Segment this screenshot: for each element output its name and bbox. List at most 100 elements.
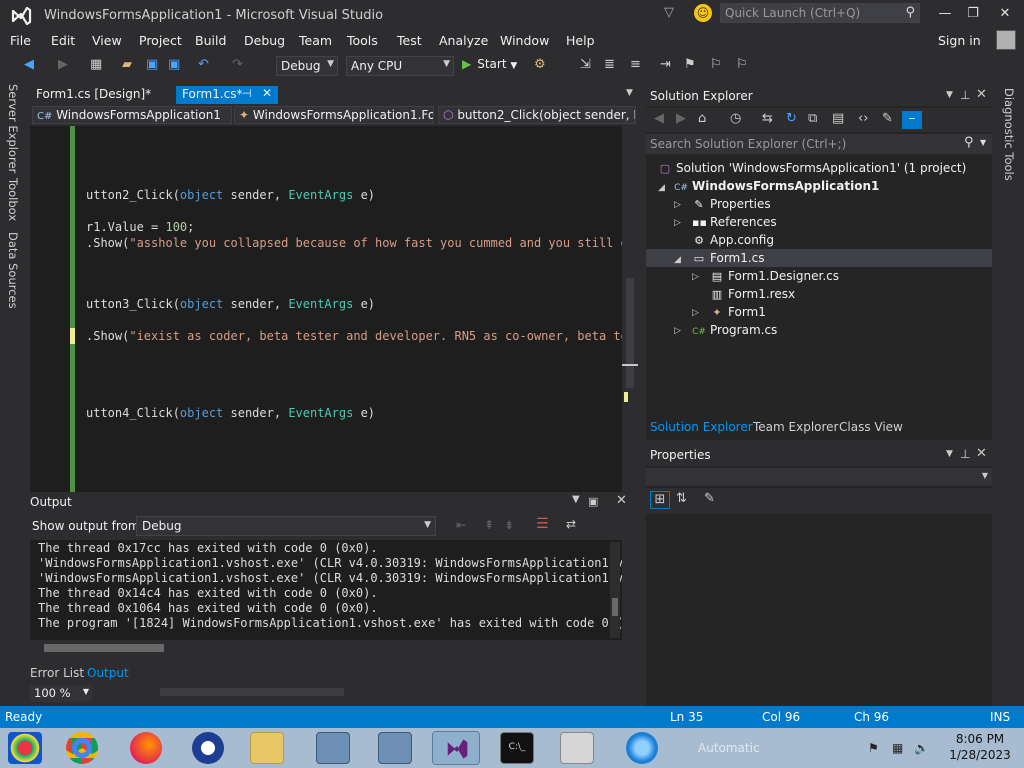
save-all-icon[interactable]: ▣ [168,57,180,75]
window-position-icon[interactable]: ▼ [572,494,580,505]
home-icon[interactable]: ⌂ [698,111,706,129]
tree-program-cs[interactable]: C# Program.cs [692,323,777,337]
data-sources-tab[interactable]: Data Sources [6,232,20,309]
tree-form1-designer[interactable]: ▤ Form1.Designer.cs [710,269,839,283]
new-project-icon[interactable]: ▦ [90,57,102,75]
menu-test[interactable]: Test [397,33,422,48]
tab-team-explorer[interactable]: Team Explorer [753,420,839,434]
menu-help[interactable]: Help [566,33,595,48]
show-all-files-icon[interactable]: ▤ [832,111,844,129]
tree-solution[interactable]: ▢ Solution 'WindowsFormsApplication1' (1 … [658,161,967,175]
output-horizontal-scrollbar[interactable] [30,640,622,656]
collapsed-arrow-icon[interactable]: ▷ [674,218,681,228]
pin-icon[interactable]: ⊥ [960,447,970,461]
uncomment-icon[interactable]: ≡ [630,57,641,75]
start-orb-icon[interactable] [8,732,42,764]
network-tray-icon[interactable]: ▦ [892,741,903,755]
menu-edit[interactable]: Edit [51,33,75,48]
bookmark-icon[interactable]: ⚑ [684,57,696,75]
collapsed-arrow-icon[interactable]: ▷ [674,326,681,336]
property-pages-icon[interactable]: ✎ [704,491,715,509]
firefox-icon[interactable] [130,732,162,764]
collapsed-arrow-icon[interactable]: ▷ [692,308,699,318]
sync-icon[interactable]: ⇆ [762,111,773,129]
pending-changes-icon[interactable]: ◷ [730,111,741,129]
start-debugging-button[interactable]: ▶ Start ▼ [462,57,517,71]
sign-in-link[interactable]: Sign in [938,33,981,48]
taskbar-clock[interactable]: 8:06 PM 1/28/2023 [940,731,1020,763]
menu-file[interactable]: File [10,33,31,48]
comment-out-icon[interactable]: ≣ [604,57,615,75]
ie-icon[interactable] [626,732,658,764]
close-panel-icon[interactable]: ✕ [976,446,987,461]
scroll-thumb[interactable] [626,278,634,388]
preview-selected-icon[interactable]: – [902,111,922,129]
account-avatar-icon[interactable] [996,30,1016,50]
undo-icon[interactable]: ↶ [198,57,209,75]
printer-icon[interactable] [560,732,594,764]
menu-build[interactable]: Build [195,33,226,48]
tree-project[interactable]: C# WindowsFormsApplication1 [674,179,879,193]
solution-search-input[interactable]: Search Solution Explorer (Ctrl+;) ⚲ ▼ [646,134,992,154]
server-explorer-tab[interactable]: Server Explorer [6,84,20,173]
next-message-icon[interactable]: ⇟ [504,518,514,532]
editor-vertical-scrollbar[interactable] [622,126,638,492]
refresh-icon[interactable]: ↻ [786,111,797,129]
menu-window[interactable]: Window [500,33,549,48]
tab-overflow-icon[interactable]: ▼ [626,88,633,98]
forward-icon[interactable]: ▶ [676,111,686,129]
navigate-forward-icon[interactable]: ▶ [58,57,68,75]
command-prompt-icon[interactable]: C:\_ [500,732,534,764]
pin-icon[interactable]: ⊣ [242,87,252,100]
menu-project[interactable]: Project [139,33,182,48]
expanded-arrow-icon[interactable]: ◢ [658,183,665,193]
browser-link-icon[interactable]: ⚙ [534,57,546,75]
find-message-icon[interactable]: ⇤ [456,518,466,532]
view-code-icon[interactable]: ‹› [858,111,868,129]
menu-view[interactable]: View [92,33,122,48]
close-tab-icon[interactable]: ✕ [262,86,272,100]
volume-tray-icon[interactable]: 🔈 [914,741,929,755]
menu-team[interactable]: Team [299,33,332,48]
prev-message-icon[interactable]: ⇞ [484,518,494,532]
navigate-back-icon[interactable]: ◀ [24,57,34,75]
properties-wrench-icon[interactable]: ✎ [882,111,893,129]
close-panel-icon[interactable]: ✕ [616,493,627,508]
collapse-all-icon[interactable]: ⧉ [808,111,817,129]
toolbox-tab[interactable]: Toolbox [6,178,20,221]
tree-form1-class[interactable]: ✦ Form1 [710,305,765,319]
tab-form1-design[interactable]: Form1.cs [Design]* [30,86,157,104]
tree-app-config[interactable]: ⚙ App.config [692,233,774,247]
output-source-select[interactable]: Debug ▼ [136,516,436,536]
notification-filter-icon[interactable]: ▽ [664,5,674,20]
tab-error-list[interactable]: Error List [30,666,84,680]
tab-form1-code[interactable]: Form1.cs* ⊣ ✕ [176,86,278,104]
tab-solution-explorer[interactable]: Solution Explorer [650,420,753,434]
window-position-icon[interactable]: ▼ [946,90,953,100]
close-window-button[interactable]: ✕ [994,6,1016,21]
open-file-icon[interactable]: ▰ [122,57,132,75]
tree-references[interactable]: ▪▪ References [692,215,777,229]
zoom-select[interactable]: 100 % ▼ [30,685,92,702]
next-bookmark-icon[interactable]: ⚐ [736,57,748,75]
pin-icon[interactable]: ⊥ [960,88,970,102]
tree-form1-cs[interactable]: ▭ Form1.cs [692,251,765,265]
tree-form1-resx[interactable]: ▥ Form1.resx [710,287,795,301]
diagnostic-tools-tab[interactable]: Diagnostic Tools [1002,88,1016,181]
visual-studio-taskbar-button[interactable] [432,731,480,765]
class-dropdown[interactable]: ✦ WindowsFormsApplication1.Fo [234,106,434,124]
menu-debug[interactable]: Debug [244,33,285,48]
object-select[interactable]: ▼ [646,468,992,486]
network-computer-icon[interactable] [316,732,350,764]
menu-analyze[interactable]: Analyze [439,33,488,48]
prev-bookmark-icon[interactable]: ⚐ [710,57,722,75]
step-into-icon[interactable]: ⇲ [580,57,591,75]
chrome-icon[interactable] [66,732,98,764]
editor-horizontal-scrollbar[interactable] [160,688,344,696]
output-vertical-scrollbar[interactable] [610,542,620,638]
code-editor[interactable]: utton2_Click(object sender, EventArgs e)… [30,126,622,492]
menu-tools[interactable]: Tools [347,33,378,48]
member-dropdown[interactable]: ⬡ button2_Click(object sender, E [438,106,636,124]
action-center-flag-icon[interactable]: ⚑ [868,741,879,755]
quick-launch-input[interactable]: Quick Launch (Ctrl+Q) ⚲ [720,3,920,23]
